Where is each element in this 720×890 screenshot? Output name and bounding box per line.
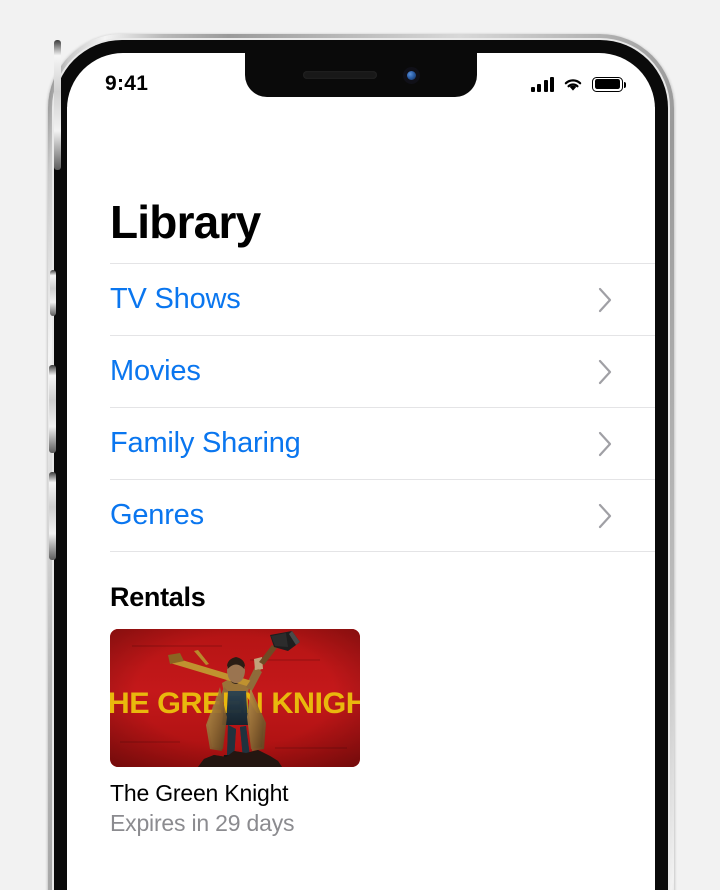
sidebar-item-family-sharing[interactable]: Family Sharing bbox=[110, 408, 655, 479]
chevron-right-icon bbox=[598, 359, 612, 384]
volume-up-button[interactable] bbox=[49, 365, 56, 453]
screenshot-canvas: 9:41 Library TV Shows Movies Family Shar… bbox=[0, 0, 720, 890]
battery-icon bbox=[592, 76, 627, 92]
sidebar-item-genres[interactable]: Genres bbox=[110, 480, 655, 551]
library-screen: Library TV Shows Movies Family Sharing G… bbox=[67, 107, 655, 890]
section-title-rentals: Rentals bbox=[110, 582, 206, 612]
device-notch bbox=[245, 53, 477, 97]
earpiece-speaker-icon bbox=[302, 71, 377, 79]
wifi-icon bbox=[564, 79, 582, 91]
front-camera-icon bbox=[402, 66, 420, 84]
iphone-device-frame: 9:41 Library TV Shows Movies Family Shar… bbox=[48, 34, 674, 890]
device-screen: 9:41 Library TV Shows Movies Family Shar… bbox=[67, 53, 655, 890]
rental-item-expiry: Expires in 29 days bbox=[110, 810, 295, 836]
sidebar-item-movies[interactable]: Movies bbox=[110, 336, 655, 407]
chevron-right-icon bbox=[598, 503, 612, 528]
rental-poster-the-green-knight[interactable]: THE GREEN KNIGHT bbox=[110, 629, 360, 767]
sidebar-item-tv-shows[interactable]: TV Shows bbox=[110, 264, 655, 335]
volume-down-button[interactable] bbox=[49, 472, 56, 560]
nav-row-label: Family Sharing bbox=[110, 427, 301, 459]
power-button[interactable] bbox=[54, 40, 61, 170]
cellular-signal-icon bbox=[530, 76, 554, 92]
nav-row-label: TV Shows bbox=[110, 283, 241, 315]
chevron-right-icon bbox=[598, 431, 612, 456]
nav-row-label: Movies bbox=[110, 355, 201, 387]
nav-row-label: Genres bbox=[110, 499, 204, 531]
device-body: 9:41 Library TV Shows Movies Family Shar… bbox=[49, 40, 668, 890]
status-bar-icons bbox=[530, 76, 627, 92]
status-bar-time: 9:41 bbox=[105, 72, 149, 95]
poster-artwork: THE GREEN KNIGHT bbox=[110, 629, 360, 767]
chevron-right-icon bbox=[598, 287, 612, 312]
page-title: Library bbox=[110, 196, 261, 248]
silent-switch[interactable] bbox=[50, 270, 56, 316]
rental-item-title: The Green Knight bbox=[110, 780, 289, 806]
